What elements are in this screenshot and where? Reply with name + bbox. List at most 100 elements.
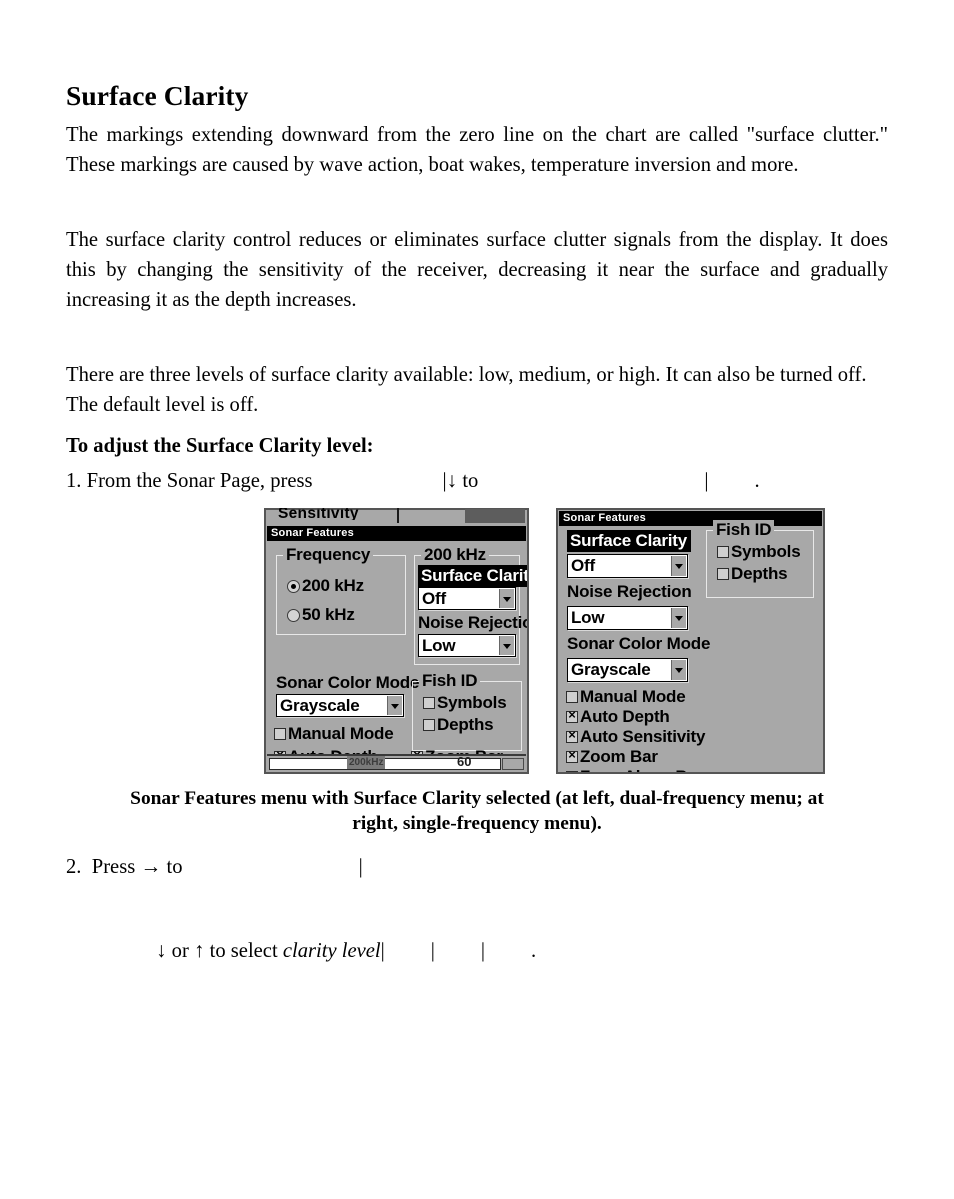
checkbox-symbols-right[interactable]: Symbols [717,542,801,561]
arrow-down-icon: ↓ [446,468,458,492]
checkbox-zone-alarm-bar-label-right: Zone Alarm Bar [580,767,703,772]
step-2-number: 2. [66,856,82,878]
sonar-features-menu-dual-frequency[interactable]: Sensitivity Sonar Features Frequency 200… [264,508,529,774]
checkbox-zone-alarm-bar-right[interactable]: Zone Alarm Bar [566,767,703,772]
checkbox-depths-label-right: Depths [731,564,788,583]
checkbox-symbols-mark-right [717,546,729,558]
fish-id-group-legend-left: Fish ID [419,671,481,690]
sonar-color-mode-value-left: Grayscale [280,696,360,715]
surface-clarity-label-right: Surface Clarity [567,530,691,552]
status-depth: 60 [457,754,472,769]
checkbox-depths-label-left: Depths [437,715,494,734]
radio-200khz-label: 200 kHz [302,576,364,595]
status-end-cap [502,758,524,770]
step-2-lead: Press [91,856,136,878]
step-2-pipe: | [358,856,363,878]
radio-50khz-mark [287,609,300,622]
checkbox-zoom-bar-mark-right [566,747,578,763]
sonar-color-mode-combo-left[interactable]: Grayscale [276,694,404,717]
step-3-period: . [530,940,537,962]
fish-id-group-left: Fish ID Symbols Depths [412,671,522,751]
residual-block [465,509,525,523]
chevron-down-icon[interactable] [671,660,686,680]
noise-rejection-value-right: Low [571,608,605,627]
checkbox-manual-mode-mark-left [274,728,286,740]
noise-rejection-label-left: Noise Rejection [418,613,527,632]
step-3-or: or [171,940,189,962]
checkbox-symbols-left[interactable]: Symbols [423,693,507,712]
manual-page: Surface Clarity The markings extending d… [66,0,888,1199]
chevron-down-icon[interactable] [499,636,514,655]
surface-clarity-label-left: Surface Clarity [418,565,527,587]
checkbox-auto-sensitivity-mark-right [566,727,578,743]
arrow-up-icon: ↑ [193,938,205,962]
sonar-color-mode-label-right: Sonar Color Mode [567,634,711,653]
frequency-group: Frequency 200 kHz 50 kHz [276,545,406,635]
surface-clarity-value-left: Off [422,589,446,608]
checkbox-depths-mark-left [423,719,435,731]
step-1-to: to [462,470,479,492]
sonar-features-menu-single-frequency[interactable]: Sonar Features Surface Clarity Off Noise… [556,508,825,774]
checkbox-manual-mode-right[interactable]: Manual Mode [566,687,686,706]
checkbox-depths-right[interactable]: Depths [717,564,788,583]
checkbox-auto-sensitivity-label-right: Auto Sensitivity [580,727,706,746]
surface-clarity-combo-left[interactable]: Off [418,587,516,610]
status-frequency: 200kHz [347,756,386,769]
paragraph-surface-clarity-control: The surface clarity control reduces or e… [66,229,888,311]
status-strip: 200kHz 60 [267,754,526,771]
sonar-color-mode-label-left: Sonar Color Mode [276,673,420,692]
checkbox-zoom-bar-right[interactable]: Zoom Bar [566,747,658,765]
figure-caption: Sonar Features menu with Surface Clarity… [130,788,824,834]
checkbox-auto-depth-label-right: Auto Depth [580,707,670,726]
step-1: 1. From the Sonar Page, press |↓ to |. [66,466,760,495]
window-title-sonar-features-right: Sonar Features [559,511,822,526]
fish-id-group-right: Fish ID Symbols Depths [706,520,814,598]
checkbox-depths-mark-right [717,568,729,580]
checkbox-zone-alarm-bar-mark-right [566,771,578,772]
radio-50khz[interactable]: 50 kHz [287,606,355,623]
checkbox-auto-depth-right[interactable]: Auto Depth [566,707,670,726]
noise-rejection-combo-right[interactable]: Low [567,606,688,630]
step-3-pipe-b: | [430,940,435,962]
noise-rejection-label-right: Noise Rejection [567,582,692,601]
chevron-down-icon[interactable] [671,608,686,628]
radio-200khz-mark [287,580,300,593]
khz-group: 200 kHz Surface Clarity Off Noise Reject… [414,545,527,665]
noise-rejection-value-left: Low [422,636,456,655]
step-3-pipe-a: | [380,940,385,962]
frequency-group-legend: Frequency [283,545,374,564]
checkbox-manual-mode-left[interactable]: Manual Mode [274,725,394,742]
residual-tick [397,508,399,523]
checkbox-auto-depth-mark-right [566,707,578,723]
sub-heading-adjust-level: To adjust the Surface Clarity level: [66,435,374,457]
checkbox-manual-mode-label-right: Manual Mode [580,687,686,706]
menu-body-right: Surface Clarity Off Noise Rejection Low … [558,520,823,772]
step-3-italic-term: clarity level [282,940,381,962]
checkbox-symbols-label-left: Symbols [437,693,507,712]
step-1-number: 1. [66,470,82,492]
chevron-down-icon[interactable] [499,589,514,608]
step-2: 2. Press → to | [66,852,363,881]
checkbox-symbols-mark-left [423,697,435,709]
sonar-color-mode-combo-right[interactable]: Grayscale [567,658,688,682]
paragraph-levels: There are three levels of surface clarit… [66,364,867,416]
checkbox-symbols-label-right: Symbols [731,542,801,561]
window-title-sonar-features: Sonar Features [267,526,526,541]
chevron-down-icon[interactable] [671,556,686,576]
menu-body-left: Frequency 200 kHz 50 kHz 200 kHz Surface… [266,541,527,772]
radio-200khz[interactable]: 200 kHz [287,576,364,595]
checkbox-auto-sensitivity-left[interactable]: Auto Sensitivity [275,770,413,772]
step-1-period: . [754,470,760,492]
step-2-to: to [166,856,183,878]
checkbox-depths-left[interactable]: Depths [423,715,494,734]
chevron-down-icon[interactable] [387,696,402,715]
residual-sensitivity-bar: Sensitivity [266,508,527,527]
surface-clarity-combo-right[interactable]: Off [567,554,688,578]
step-1-lead: From the Sonar Page, press [86,470,313,492]
checkbox-zone-alarm-bar-left[interactable]: Zone Alarm Bar [425,771,527,772]
checkbox-auto-sensitivity-right[interactable]: Auto Sensitivity [566,727,706,746]
sonar-color-mode-value-right: Grayscale [571,660,651,679]
fish-id-group-legend-right: Fish ID [713,520,775,539]
step-1-pipe-b: | [704,470,709,492]
noise-rejection-combo-left[interactable]: Low [418,634,516,657]
